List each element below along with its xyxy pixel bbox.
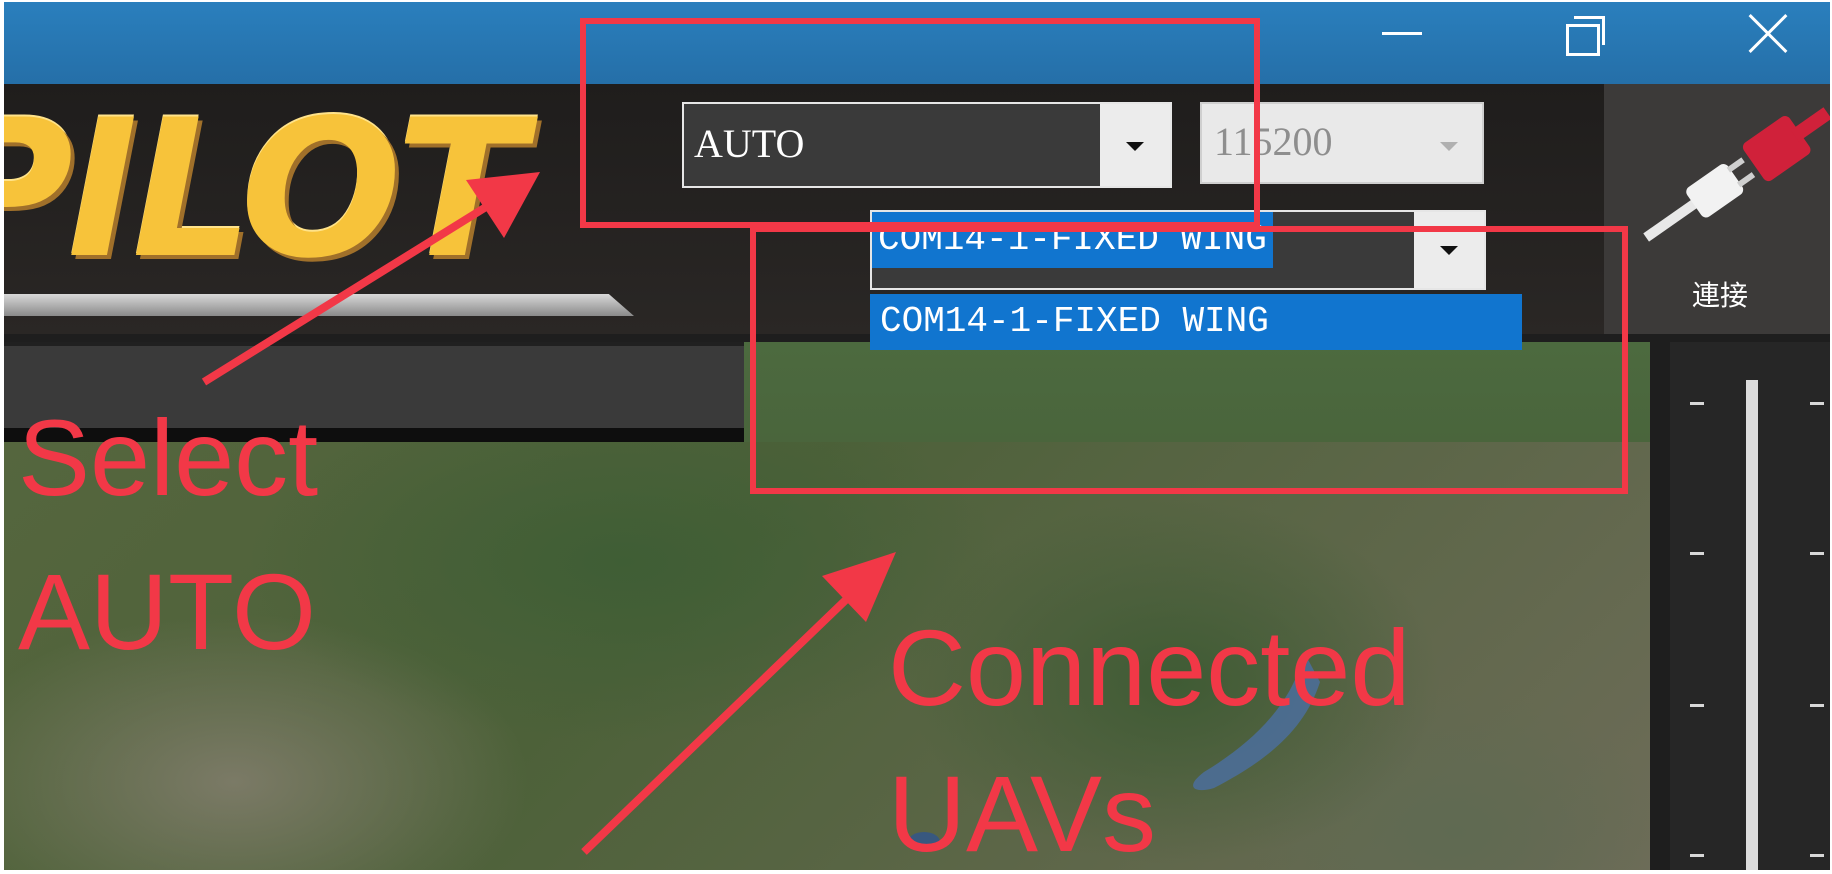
annotation-box-uav bbox=[750, 226, 1628, 494]
annotation-select-label: Select bbox=[18, 397, 319, 518]
scale-tick bbox=[1810, 854, 1824, 857]
annotation-connected-label: Connected bbox=[888, 607, 1411, 728]
chevron-down-icon bbox=[1440, 142, 1458, 151]
plug-connect-icon bbox=[1643, 107, 1830, 242]
scale-tick bbox=[1690, 854, 1704, 857]
app-logo: PILOT bbox=[4, 79, 525, 300]
annotation-box-auto bbox=[580, 18, 1260, 228]
logo-underbar bbox=[4, 294, 634, 316]
connect-label: 連接 bbox=[1692, 279, 1749, 312]
minimize-button[interactable] bbox=[1364, 2, 1444, 66]
scale-tick bbox=[1690, 402, 1704, 405]
close-button[interactable] bbox=[1734, 2, 1814, 66]
restore-button[interactable] bbox=[1544, 2, 1624, 66]
altitude-panel bbox=[1670, 342, 1830, 870]
scale-tick bbox=[1810, 402, 1824, 405]
scale-tick bbox=[1690, 552, 1704, 555]
altitude-scale bbox=[1746, 380, 1758, 870]
app-window: PILOT AUTO 115200 COM14-1-FIXED WING COM… bbox=[4, 2, 1830, 870]
annotation-auto-label: AUTO bbox=[18, 551, 317, 672]
scale-tick bbox=[1690, 704, 1704, 707]
scale-tick bbox=[1810, 704, 1824, 707]
scale-tick bbox=[1810, 552, 1824, 555]
annotation-uavs-label: UAVs bbox=[888, 753, 1157, 870]
connect-button[interactable]: 連接 bbox=[1604, 84, 1830, 334]
